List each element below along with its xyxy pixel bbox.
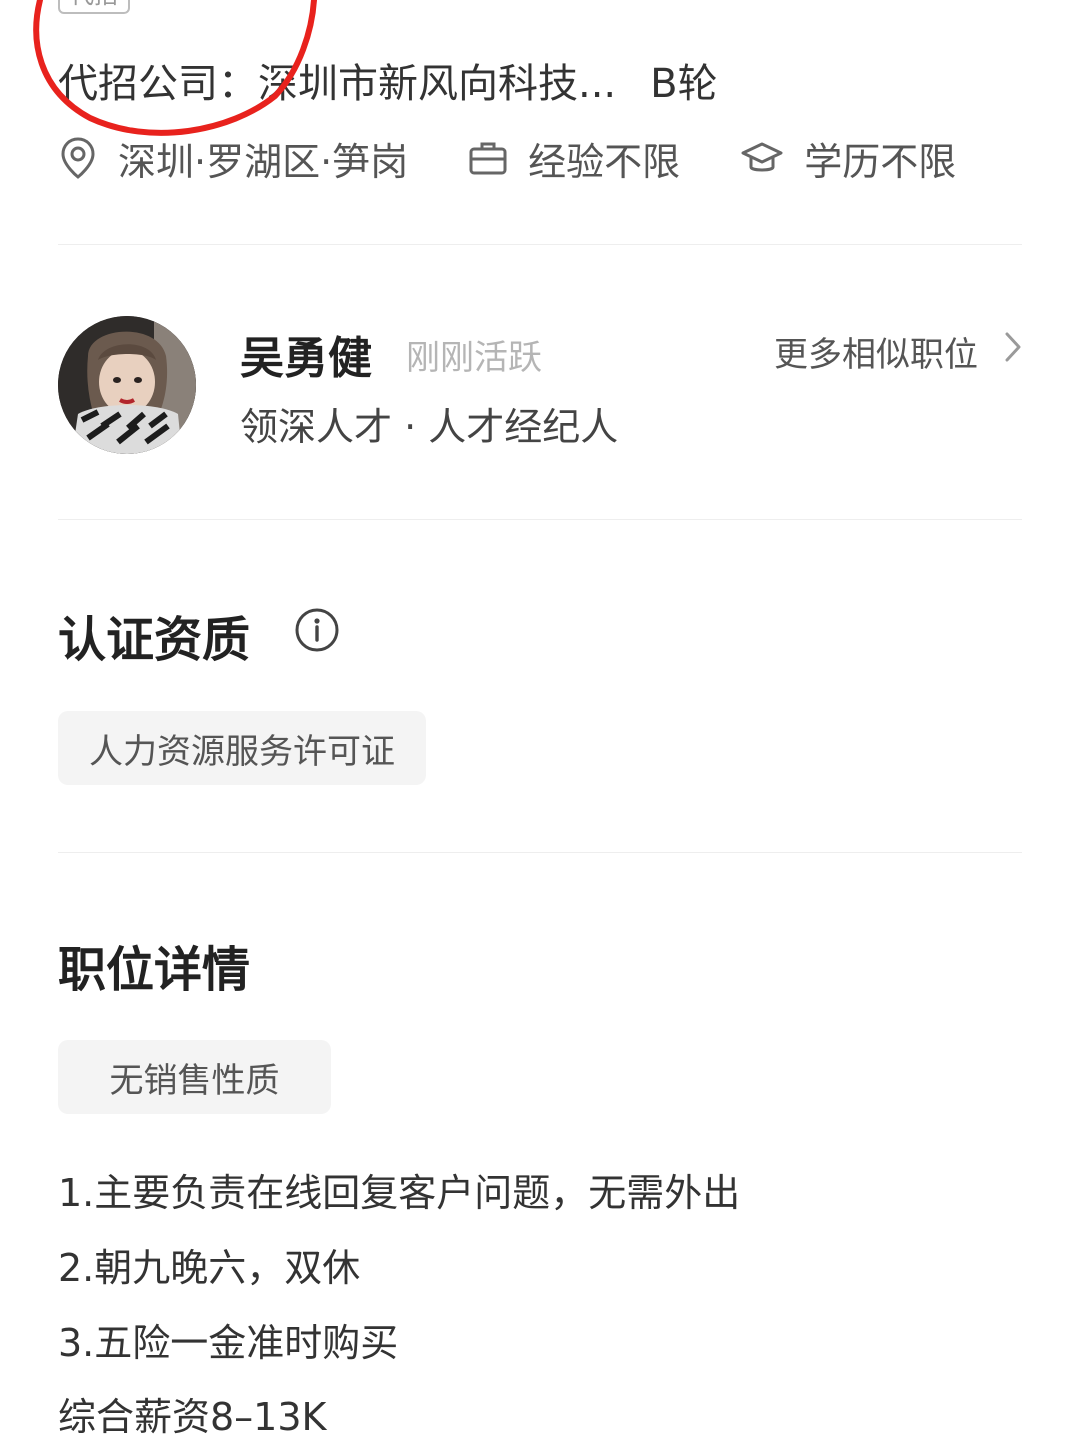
avatar[interactable]	[58, 316, 196, 454]
briefcase-icon	[468, 138, 508, 178]
funding-round: B轮	[650, 61, 718, 107]
job-detail-title: 职位详情	[58, 942, 251, 998]
graduation-cap-icon	[740, 138, 784, 178]
divider	[58, 852, 1022, 853]
certification-chip[interactable]: 人力资源服务许可证	[58, 711, 426, 785]
info-icon[interactable]	[294, 607, 340, 657]
divider	[58, 519, 1022, 520]
more-similar-label: 更多相似职位	[774, 334, 978, 375]
education-item: 学历不限	[740, 131, 956, 186]
experience-item: 经验不限	[468, 131, 680, 186]
active-status: 刚刚活跃	[406, 338, 542, 378]
more-similar-jobs-link[interactable]: 更多相似职位	[774, 326, 1022, 376]
location-item: 深圳·罗湖区·笋岗	[58, 131, 408, 186]
job-tag-chip: 无销售性质	[58, 1040, 331, 1114]
annotation-circle	[33, 0, 317, 136]
experience-text: 经验不限	[528, 139, 681, 184]
divider	[58, 244, 1022, 245]
salary-line: 综合薪资8–13K	[58, 1395, 327, 1439]
chevron-right-icon	[1004, 331, 1022, 372]
recruiter-name[interactable]: 吴勇健	[240, 322, 372, 386]
job-detail-line: 1.主要负责在线回复客户问题，无需外出	[58, 1171, 741, 1215]
recruiter-company-role: 领深人才 · 人才经纪人	[240, 405, 619, 449]
job-meta-row: 深圳·罗湖区·笋岗 经验不限 学历不限	[58, 130, 956, 186]
job-detail-line: 3.五险一金准时购买	[58, 1321, 399, 1365]
location-pin-icon	[58, 136, 98, 180]
location-text: 深圳·罗湖区·笋岗	[118, 139, 409, 184]
certification-title: 认证资质	[58, 612, 251, 668]
education-text: 学历不限	[804, 139, 957, 184]
job-detail-line: 2.朝九晚六，双休	[58, 1246, 361, 1290]
